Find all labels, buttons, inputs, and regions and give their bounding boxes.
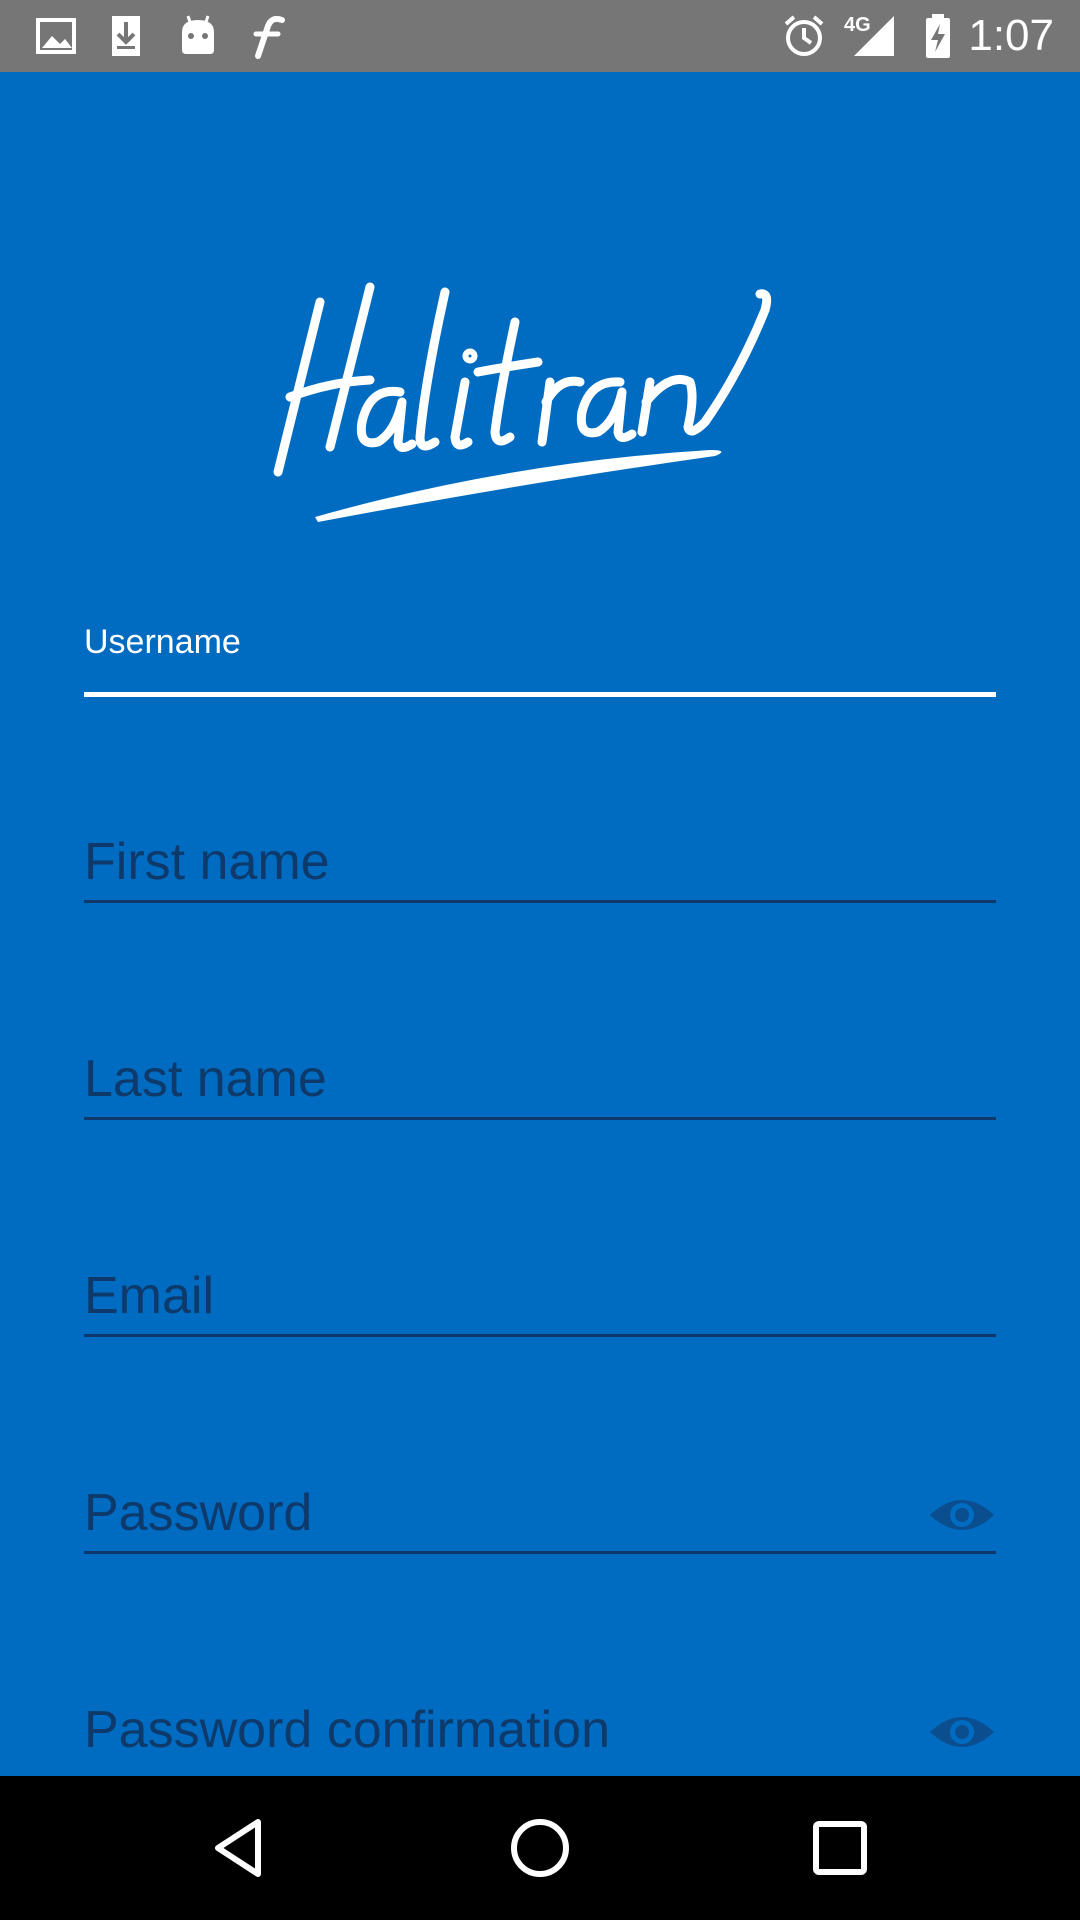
alarm-icon	[784, 15, 824, 56]
password-placeholder: Password	[84, 1484, 313, 1542]
password-confirmation-field[interactable]: Password confirmation	[84, 1700, 996, 1776]
username-field[interactable]: Username	[84, 542, 996, 722]
email-underline	[84, 1334, 996, 1337]
password-confirmation-placeholder: Password confirmation	[84, 1701, 610, 1759]
navigation-bar	[0, 1776, 1080, 1920]
email-placeholder: Email	[84, 1267, 215, 1325]
status-time: 1:07	[968, 11, 1054, 60]
last-name-underline	[84, 1117, 996, 1120]
email-field[interactable]: Email	[84, 1266, 996, 1346]
password-confirmation-visibility-eye-icon[interactable]	[928, 1708, 996, 1756]
back-icon[interactable]	[204, 1812, 276, 1884]
halitran-logo-script	[273, 282, 772, 522]
status-bar: 4G 1:07	[0, 0, 1080, 72]
password-underline	[84, 1551, 996, 1554]
first-name-placeholder: First name	[84, 833, 330, 891]
image-icon	[36, 18, 76, 54]
f-app-icon	[253, 15, 285, 59]
first-name-field[interactable]: First name	[84, 832, 996, 912]
android-icon	[182, 15, 214, 54]
password-visibility-eye-icon[interactable]	[928, 1491, 996, 1539]
last-name-field[interactable]: Last name	[84, 1049, 996, 1129]
battery-charging-icon	[926, 14, 950, 58]
recents-icon[interactable]	[804, 1812, 876, 1884]
first-name-underline	[84, 900, 996, 903]
home-icon[interactable]	[504, 1812, 576, 1884]
last-name-placeholder: Last name	[84, 1050, 327, 1108]
signal-icon	[854, 16, 894, 56]
app-logo: Halitran	[260, 232, 820, 532]
username-underline	[84, 692, 996, 697]
download-icon	[112, 16, 140, 56]
username-label: Username	[84, 623, 241, 661]
password-field[interactable]: Password	[84, 1483, 996, 1563]
signup-screen: Halitran Username First name Last name E…	[0, 72, 1080, 1776]
